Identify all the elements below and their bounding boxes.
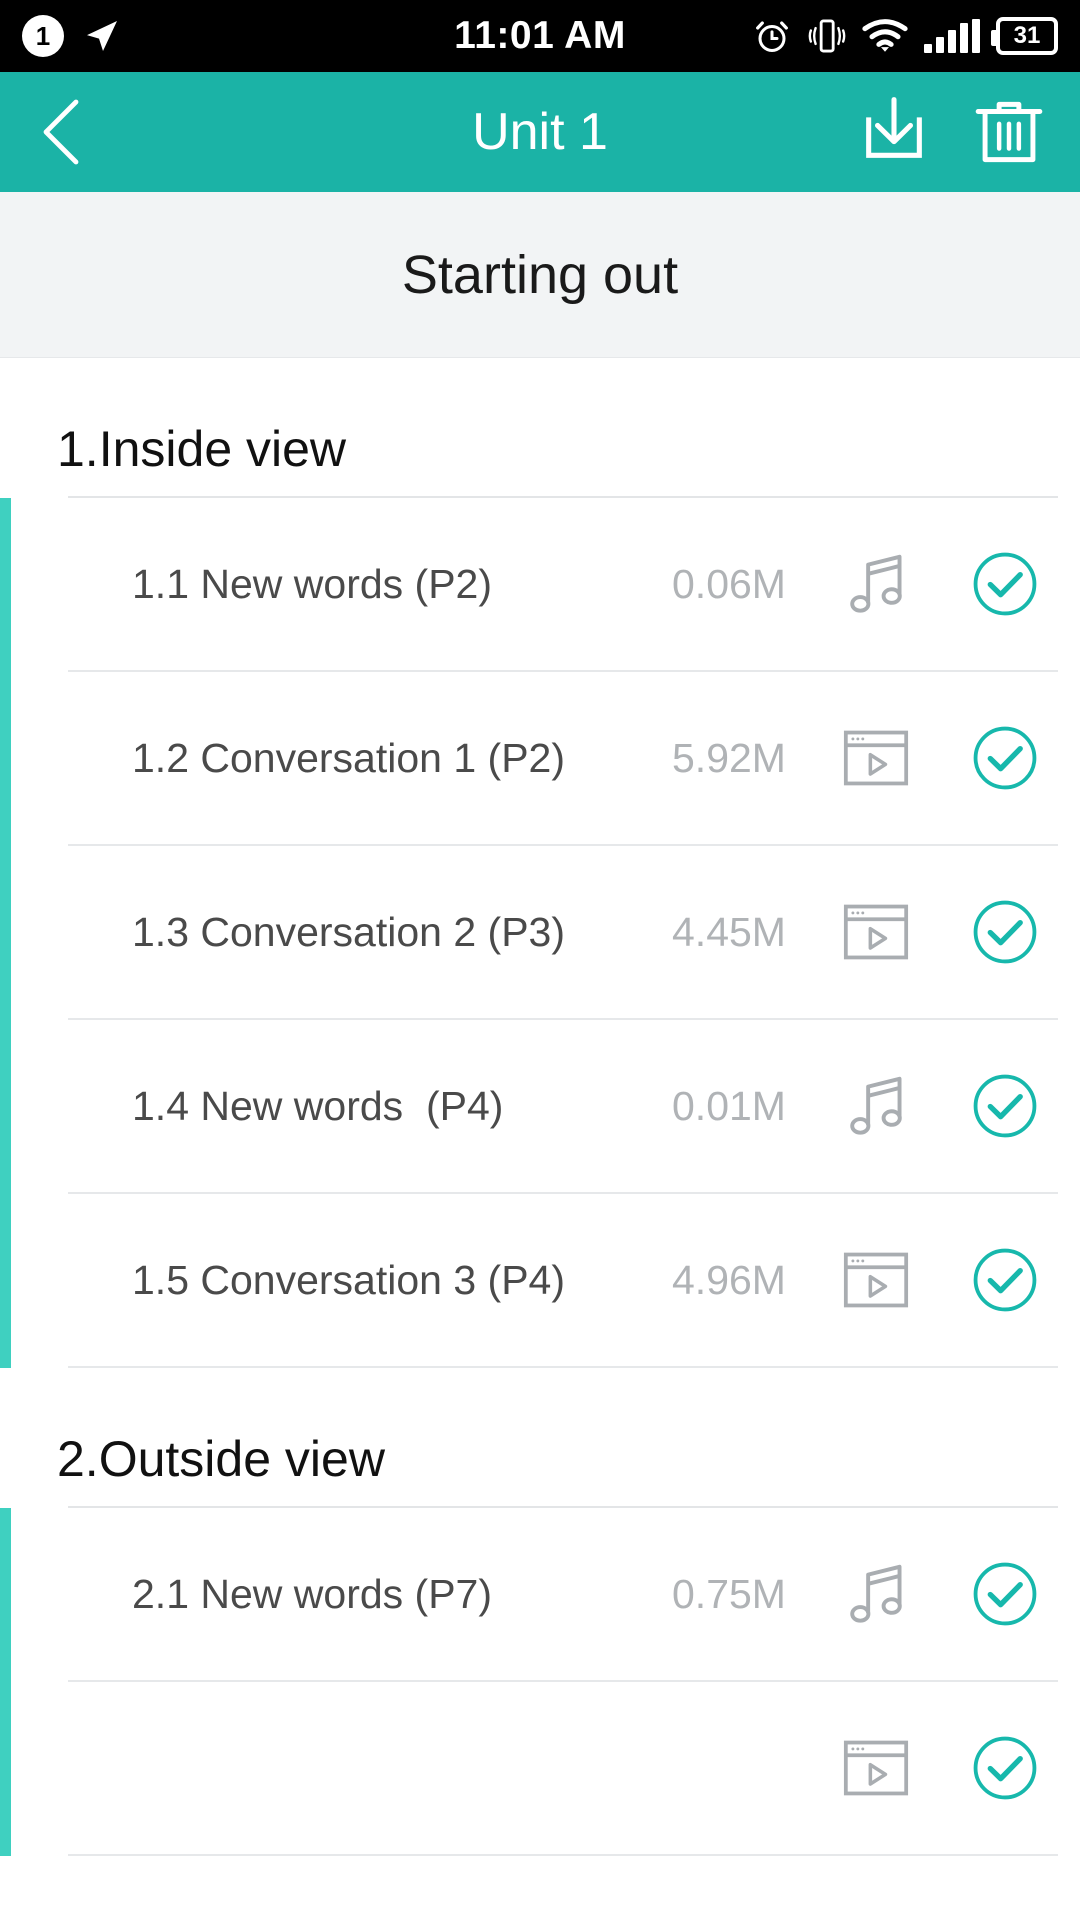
status-bar-left: 1	[22, 15, 122, 57]
music-note-icon	[850, 1076, 902, 1135]
download-status-button[interactable]	[972, 1561, 1038, 1627]
check-circle-icon	[973, 1562, 1037, 1626]
video-media-button[interactable]	[842, 1246, 910, 1314]
download-status-button[interactable]	[972, 1735, 1038, 1801]
music-note-icon	[850, 1564, 902, 1623]
lesson-section: 2.Outside view 2.1 New words (P7) 0.75M	[0, 1368, 1080, 1856]
lesson-title: 2.1 New words (P7)	[132, 1570, 493, 1617]
section-title: 1.Inside view	[57, 421, 347, 477]
sub-header: Starting out	[0, 192, 1080, 358]
status-bar: 1 11:01 AM 31	[0, 0, 1080, 72]
lesson-file-size: 0.01M	[672, 1082, 786, 1129]
video-window-icon	[843, 1252, 909, 1308]
section-title: 2.Outside view	[57, 1431, 385, 1487]
lesson-title: 1.3 Conversation 2 (P3)	[132, 908, 566, 955]
back-button[interactable]	[34, 96, 90, 168]
audio-media-button[interactable]	[842, 1560, 910, 1628]
video-media-button[interactable]	[842, 1734, 910, 1802]
check-circle-icon	[973, 1248, 1037, 1312]
lesson-title: 1.5 Conversation 3 (P4)	[132, 1256, 566, 1303]
audio-media-button[interactable]	[842, 1072, 910, 1140]
lesson-row[interactable]: 1.4 New words (P4) 0.01M	[0, 1020, 1080, 1192]
download-status-button[interactable]	[972, 551, 1038, 617]
lesson-row[interactable]: 1.5 Conversation 3 (P4) 4.96M	[0, 1194, 1080, 1366]
check-circle-icon	[973, 900, 1037, 964]
lesson-title: 1.4 New words (P4)	[132, 1082, 504, 1129]
video-media-button[interactable]	[842, 724, 910, 792]
download-status-button[interactable]	[972, 1073, 1038, 1139]
download-status-button[interactable]	[972, 725, 1038, 791]
check-circle-icon	[973, 1074, 1037, 1138]
check-circle-icon	[973, 1736, 1037, 1800]
lesson-list: 1.Inside view 1.1 New words (P2) 0.06M 1.2…	[0, 358, 1080, 1856]
download-status-button[interactable]	[972, 899, 1038, 965]
download-status-button[interactable]	[972, 1247, 1038, 1313]
download-icon	[866, 96, 922, 158]
lesson-row[interactable]	[0, 1682, 1080, 1854]
trash-icon	[975, 101, 1043, 162]
lesson-title: 1.2 Conversation 1 (P2)	[132, 734, 566, 781]
wifi-icon	[862, 19, 908, 52]
lesson-title: 1.1 New words (P2)	[132, 560, 493, 607]
video-window-icon	[843, 1740, 909, 1796]
vibrate-icon	[808, 19, 846, 53]
lesson-file-size: 4.96M	[672, 1256, 786, 1303]
signal-bars-icon	[924, 19, 980, 53]
section-rows: 2.1 New words (P7) 0.75M	[0, 1508, 1080, 1856]
lesson-row[interactable]: 2.1 New words (P7) 0.75M	[0, 1508, 1080, 1680]
check-circle-icon	[973, 726, 1037, 790]
chevron-left-icon	[43, 99, 79, 165]
lesson-row[interactable]: 1.3 Conversation 2 (P3) 4.45M	[0, 846, 1080, 1018]
battery-level-label: 31	[1013, 22, 1041, 49]
app-bar-actions	[856, 92, 1046, 173]
delete-button[interactable]	[972, 92, 1046, 173]
lesson-row[interactable]: 1.2 Conversation 1 (P2) 5.92M	[0, 672, 1080, 844]
section-rows: 1.1 New words (P2) 0.06M 1.2 Conversation…	[0, 498, 1080, 1368]
video-window-icon	[843, 904, 909, 960]
music-note-icon	[850, 554, 902, 613]
lesson-file-size: 5.92M	[672, 734, 786, 781]
alarm-clock-icon	[756, 21, 788, 52]
video-media-button[interactable]	[842, 898, 910, 966]
notification-badge-count: 1	[35, 20, 51, 51]
check-circle-icon	[973, 552, 1037, 616]
location-arrow-icon	[87, 21, 117, 51]
lesson-section: 1.Inside view 1.1 New words (P2) 0.06M 1.2…	[0, 358, 1080, 1368]
battery-icon: 31	[991, 17, 1058, 55]
audio-media-button[interactable]	[842, 550, 910, 618]
video-window-icon	[843, 730, 909, 786]
notification-badge-icon: 1	[22, 15, 64, 57]
download-button[interactable]	[856, 92, 932, 173]
app-bar: Unit 1	[0, 72, 1080, 192]
lesson-row[interactable]: 1.1 New words (P2) 0.06M	[0, 498, 1080, 670]
sub-header-title: Starting out	[401, 244, 679, 305]
row-divider	[68, 1854, 1058, 1856]
status-bar-right: 31	[752, 15, 1058, 57]
lesson-file-size: 0.06M	[672, 560, 786, 607]
lesson-file-size: 4.45M	[672, 908, 786, 955]
lesson-file-size: 0.75M	[672, 1570, 786, 1617]
